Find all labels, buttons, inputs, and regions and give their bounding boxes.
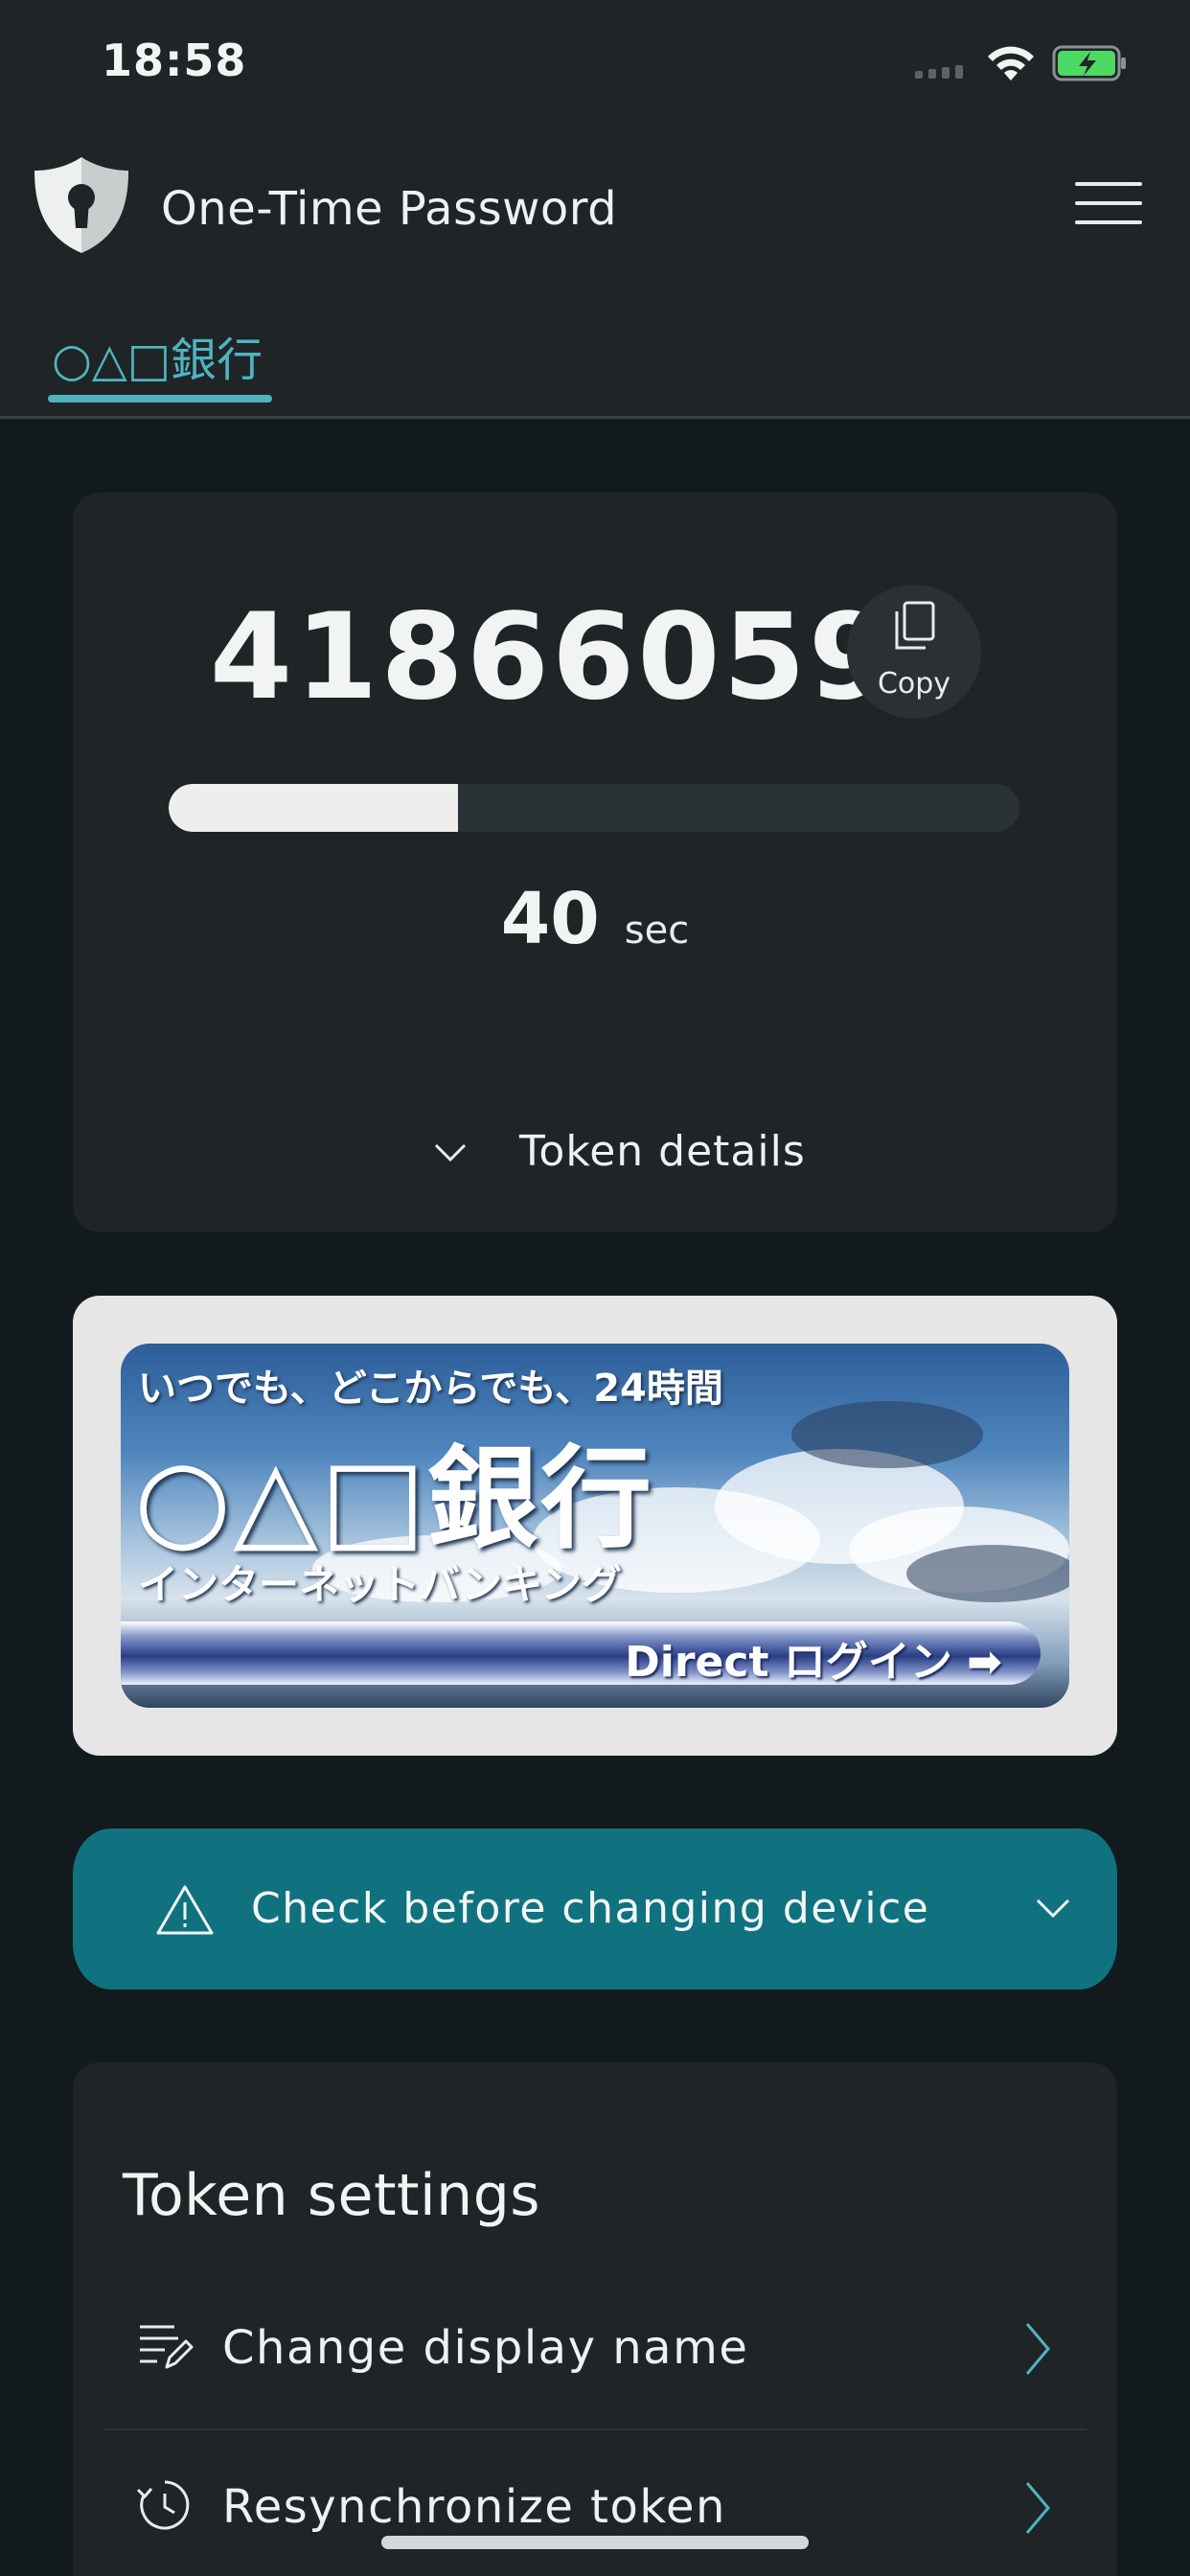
change-display-name-row[interactable]: Change display name (103, 2267, 1087, 2430)
cellular-signal-icon (915, 65, 965, 79)
banner-card: いつでも、どこからでも、24時間 ○△□銀行 インターネットバンキング Dire… (73, 1296, 1117, 1756)
change-display-name-label: Change display name (222, 2321, 749, 2375)
token-settings-title: Token settings (123, 2162, 541, 2229)
token-card: 41866059 Copy 40 sec Token details (73, 493, 1117, 1232)
banner-direct-login-bar: Direct ログイン ➡ (121, 1622, 1041, 1687)
copy-icon (895, 601, 935, 650)
seconds-unit: sec (624, 908, 690, 953)
top-chrome: 18:58 One-Time Password ○△□銀行 (0, 0, 1190, 420)
tab-bank[interactable]: ○△□銀行 (48, 322, 272, 406)
chevron-down-icon (1036, 1898, 1070, 1919)
resynchronize-token-row[interactable]: Resynchronize token (103, 2430, 1087, 2576)
banner-tagline: いつでも、どこからでも、24時間 (138, 1367, 723, 1411)
tab-active-indicator (48, 395, 272, 402)
chevron-down-icon (434, 1143, 467, 1162)
warning-label: Check before changing device (251, 1884, 930, 1933)
app-screen: 18:58 One-Time Password ○△□銀行 41866059 C… (0, 0, 1190, 2576)
chevron-right-icon (1025, 2482, 1050, 2534)
copy-label: Copy (877, 667, 951, 701)
tab-label: ○△□銀行 (52, 334, 263, 387)
tab-divider (0, 416, 1190, 419)
token-details-label: Token details (519, 1127, 806, 1176)
internet-banking-banner[interactable]: いつでも、どこからでも、24時間 ○△□銀行 インターネットバンキング Dire… (121, 1344, 1069, 1708)
battery-charging-icon (1052, 45, 1126, 81)
copy-button[interactable]: Copy (847, 585, 981, 719)
banner-direct-login-label: Direct ログイン ➡ (625, 1638, 1002, 1687)
warning-triangle-icon (156, 1885, 214, 1935)
token-settings-card: Token settings Change display name Resyn… (73, 2062, 1117, 2576)
token-details-toggle[interactable]: Token details (351, 1116, 839, 1192)
banner-bank-name: ○△□銀行 (134, 1435, 654, 1564)
banner-subtitle: インターネットバンキング (138, 1561, 622, 1608)
app-title: One-Time Password (161, 182, 618, 236)
home-indicator[interactable] (381, 2536, 809, 2549)
time-remaining-progress (169, 784, 1019, 832)
check-before-changing-device-toggle[interactable]: Check before changing device (73, 1828, 1117, 1990)
shield-keyhole-icon (34, 157, 128, 253)
time-remaining: 40 sec (73, 878, 1117, 960)
wifi-icon (988, 46, 1034, 80)
hamburger-menu-button[interactable] (1075, 178, 1144, 228)
token-code: 41866059 (209, 588, 895, 726)
seconds-value: 40 (500, 878, 600, 960)
status-time: 18:58 (102, 34, 247, 86)
time-remaining-progress-fill (169, 784, 458, 832)
resynchronize-token-label: Resynchronize token (222, 2480, 726, 2534)
resync-clock-icon (136, 2480, 190, 2530)
edit-list-icon (140, 2325, 194, 2369)
chevron-right-icon (1025, 2323, 1050, 2375)
